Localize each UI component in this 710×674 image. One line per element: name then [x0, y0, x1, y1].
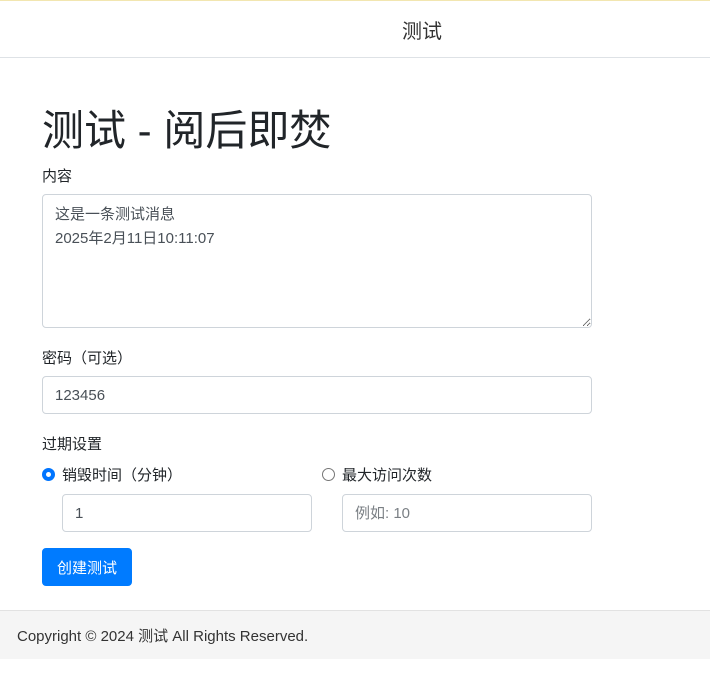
password-label: 密码（可选）	[42, 350, 133, 367]
radio-time-label: 销毁时间（分钟）	[62, 467, 183, 484]
radio-time-button[interactable]	[42, 468, 55, 481]
create-button[interactable]: 创建测试	[42, 548, 132, 586]
password-input[interactable]	[42, 376, 592, 414]
content-textarea[interactable]: 这是一条测试消息 2025年2月11日10:11:07	[42, 194, 592, 328]
page-title: 测试 - 阅后即焚	[42, 107, 332, 154]
footer: Copyright © 2024 测试 All Rights Reserved.	[0, 610, 710, 659]
radio-option-time[interactable]: 销毁时间（分钟）	[42, 464, 182, 485]
navbar: 测试	[0, 0, 710, 58]
navbar-brand[interactable]: 测试	[268, 15, 442, 44]
destroy-minutes-input[interactable]	[62, 494, 312, 532]
expiry-label: 过期设置	[42, 436, 103, 453]
radio-visits-label: 最大访问次数	[342, 467, 433, 484]
content-label: 内容	[42, 168, 73, 185]
max-visits-input[interactable]	[342, 494, 592, 532]
footer-copyright: Copyright © 2024 测试 All Rights Reserved.	[17, 627, 309, 645]
radio-visits-button[interactable]	[322, 468, 335, 481]
radio-option-visits[interactable]: 最大访问次数	[322, 464, 432, 485]
